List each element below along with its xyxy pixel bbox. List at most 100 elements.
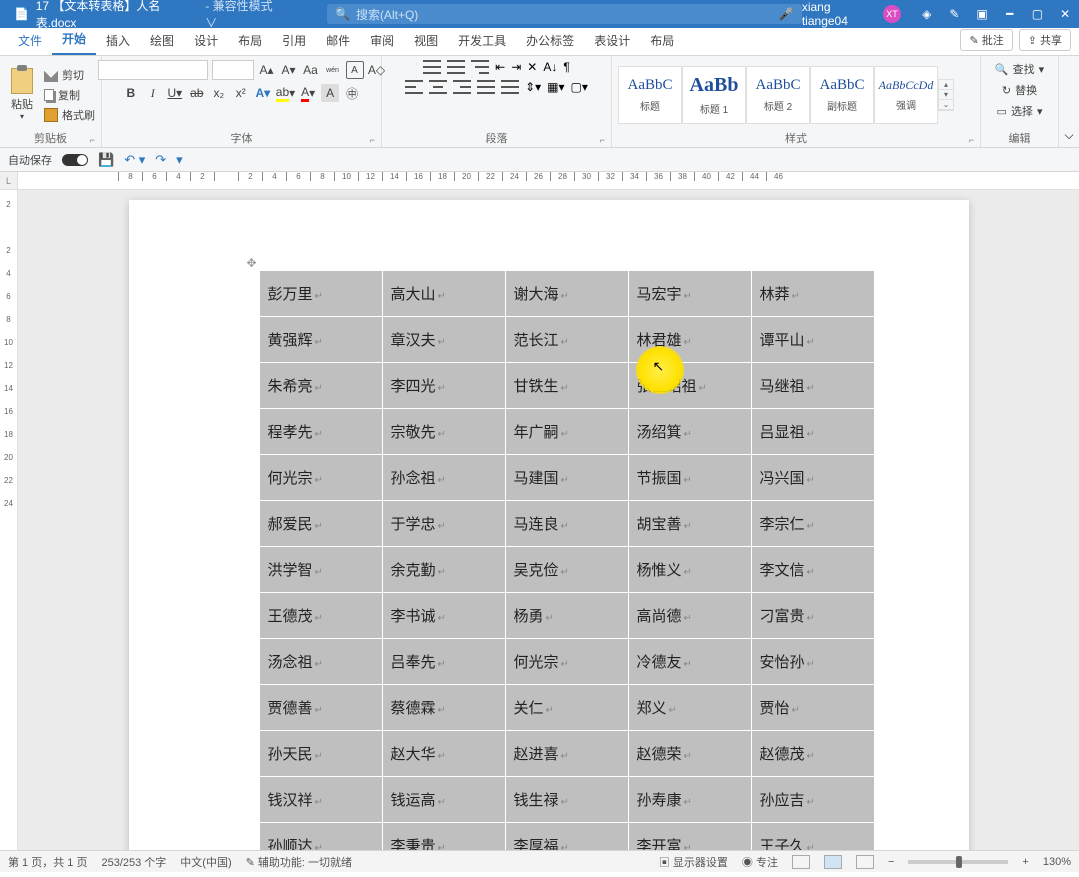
- replace-button[interactable]: ↻ 替换: [1000, 81, 1039, 99]
- table-cell[interactable]: 钱汉祥↵: [259, 777, 382, 823]
- align-right-button[interactable]: [453, 80, 471, 94]
- table-row[interactable]: 程孝先↵宗敬先↵年广嗣↵汤绍箕↵吕显祖↵: [259, 409, 874, 455]
- table-cell[interactable]: 李开富↵: [628, 823, 751, 851]
- document-scroll[interactable]: ✥ 彭万里↵高大山↵谢大海↵马宏宇↵林莽↵黄强辉↵章汉夫↵范长江↵林君雄↵谭平山…: [18, 190, 1079, 850]
- table-cell[interactable]: 赵进喜↵: [505, 731, 628, 777]
- mic-icon[interactable]: 🎤: [779, 7, 794, 21]
- minimize-button[interactable]: ━: [996, 0, 1024, 28]
- table-cell[interactable]: 汤念祖↵: [259, 639, 382, 685]
- enclose-char-button[interactable]: ㊥: [343, 84, 361, 102]
- cut-button[interactable]: 剪切: [44, 67, 95, 83]
- table-cell[interactable]: 宗敬先↵: [382, 409, 505, 455]
- phonetic-button[interactable]: wén: [324, 61, 342, 79]
- page-status[interactable]: 第 1 页，共 1 页: [8, 854, 87, 870]
- table-row[interactable]: 孙顺达↵李秉贵↵李厚福↵李开富↵王子久↵: [259, 823, 874, 851]
- paste-button[interactable]: 粘贴 ▾: [6, 68, 38, 121]
- font-launcher[interactable]: ⌐: [370, 135, 375, 145]
- table-cell[interactable]: 蔡德霖↵: [382, 685, 505, 731]
- table-anchor-icon[interactable]: ✥: [247, 256, 257, 270]
- table-cell[interactable]: 李秉贵↵: [382, 823, 505, 851]
- style-emphasis[interactable]: AaBbCcDd强调: [874, 66, 938, 124]
- search-box[interactable]: 🔍 搜索(Alt+Q) 🎤: [327, 4, 802, 24]
- grow-font-button[interactable]: A▴: [258, 61, 276, 79]
- user-avatar[interactable]: XT: [883, 5, 901, 23]
- table-cell[interactable]: 钱生禄↵: [505, 777, 628, 823]
- table-row[interactable]: 黄强辉↵章汉夫↵范长江↵林君雄↵谭平山↵: [259, 317, 874, 363]
- table-cell[interactable]: 吕显祖↵: [751, 409, 874, 455]
- table-cell[interactable]: 程孝先↵: [259, 409, 382, 455]
- shrink-font-button[interactable]: A▾: [280, 61, 298, 79]
- zoom-out-button[interactable]: −: [888, 856, 894, 868]
- table-cell[interactable]: 余克勤↵: [382, 547, 505, 593]
- tab-developer[interactable]: 开发工具: [448, 26, 516, 55]
- table-cell[interactable]: 林君雄↵: [628, 317, 751, 363]
- tab-table-design[interactable]: 表设计: [584, 26, 640, 55]
- font-size-combo[interactable]: [212, 60, 254, 80]
- table-cell[interactable]: 胡宝善↵: [628, 501, 751, 547]
- name-table[interactable]: 彭万里↵高大山↵谢大海↵马宏宇↵林莽↵黄强辉↵章汉夫↵范长江↵林君雄↵谭平山↵朱…: [259, 270, 875, 850]
- table-row[interactable]: 郝爱民↵于学忠↵马连良↵胡宝善↵李宗仁↵: [259, 501, 874, 547]
- styles-launcher[interactable]: ⌐: [969, 135, 974, 145]
- table-row[interactable]: 钱汉祥↵钱运高↵钱生禄↵孙寿康↵孙应吉↵: [259, 777, 874, 823]
- word-count[interactable]: 253/253 个字: [101, 854, 166, 870]
- qat-more-button[interactable]: ▾: [176, 152, 183, 168]
- table-cell[interactable]: 谭平山↵: [751, 317, 874, 363]
- text-effects-button[interactable]: A▾: [254, 84, 272, 102]
- tab-office[interactable]: 办公标签: [516, 26, 584, 55]
- table-cell[interactable]: 冷德友↵: [628, 639, 751, 685]
- maximize-button[interactable]: ▢: [1024, 0, 1052, 28]
- table-cell[interactable]: 郑义↵: [628, 685, 751, 731]
- user-name[interactable]: xiang tiange04: [802, 0, 879, 28]
- paragraph-launcher[interactable]: ⌐: [600, 135, 605, 145]
- table-cell[interactable]: 孙应吉↵: [751, 777, 874, 823]
- pen-icon[interactable]: ✎: [941, 0, 969, 28]
- print-layout-button[interactable]: [824, 855, 842, 869]
- select-button[interactable]: ▭ 选择 ▾: [995, 102, 1045, 120]
- tab-home[interactable]: 开始: [52, 24, 96, 55]
- tab-view[interactable]: 视图: [404, 26, 448, 55]
- bold-button[interactable]: B: [122, 84, 140, 102]
- tab-table-layout[interactable]: 布局: [640, 26, 684, 55]
- table-cell[interactable]: 林莽↵: [751, 271, 874, 317]
- horizontal-ruler[interactable]: 8642246810121416182022242628303234363840…: [18, 172, 1079, 189]
- accessibility-status[interactable]: ✎ 辅助功能: 一切就绪: [246, 854, 352, 870]
- table-row[interactable]: 何光宗↵孙念祖↵马建国↵节振国↵冯兴国↵: [259, 455, 874, 501]
- autosave-toggle[interactable]: [62, 154, 88, 166]
- underline-button[interactable]: U▾: [166, 84, 184, 102]
- vertical-ruler[interactable]: 224681012141618202224: [0, 190, 18, 850]
- table-cell[interactable]: 高大山↵: [382, 271, 505, 317]
- diamond-icon[interactable]: ◈: [913, 0, 941, 28]
- line-spacing-button[interactable]: ⇕▾: [525, 80, 541, 94]
- share-button[interactable]: ⇪ 共享: [1019, 29, 1071, 51]
- table-cell[interactable]: 冯兴国↵: [751, 455, 874, 501]
- display-settings[interactable]: ▣ 显示器设置: [659, 854, 728, 870]
- sort-button[interactable]: A↓: [543, 60, 557, 74]
- table-row[interactable]: 王德茂↵李书诚↵杨勇↵高尚德↵刁富贵↵: [259, 593, 874, 639]
- font-name-combo[interactable]: [98, 60, 208, 80]
- table-row[interactable]: 洪学智↵余克勤↵吴克俭↵杨惟义↵李文信↵: [259, 547, 874, 593]
- tab-draw[interactable]: 绘图: [140, 26, 184, 55]
- table-cell[interactable]: 黄强辉↵: [259, 317, 382, 363]
- table-row[interactable]: 彭万里↵高大山↵谢大海↵马宏宇↵林莽↵: [259, 271, 874, 317]
- table-cell[interactable]: 关仁↵: [505, 685, 628, 731]
- numbering-button[interactable]: [447, 60, 465, 74]
- table-row[interactable]: 孙天民↵赵大华↵赵进喜↵赵德荣↵赵德茂↵: [259, 731, 874, 777]
- tab-file[interactable]: 文件: [8, 26, 52, 55]
- table-cell[interactable]: 彭万里↵: [259, 271, 382, 317]
- zoom-level[interactable]: 130%: [1043, 856, 1071, 868]
- comments-button[interactable]: ✎ 批注: [960, 29, 1012, 51]
- save-button[interactable]: 💾: [98, 152, 114, 168]
- text-direction-button[interactable]: ✕: [527, 60, 537, 74]
- tab-layout[interactable]: 布局: [228, 26, 272, 55]
- table-cell[interactable]: 安怡孙↵: [751, 639, 874, 685]
- distribute-button[interactable]: [501, 80, 519, 94]
- multilevel-button[interactable]: [471, 60, 489, 74]
- clipboard-launcher[interactable]: ⌐: [90, 135, 95, 145]
- read-mode-button[interactable]: [792, 855, 810, 869]
- table-cell[interactable]: 节振国↵: [628, 455, 751, 501]
- focus-mode[interactable]: ◉ 专注: [742, 854, 778, 870]
- char-shading-button[interactable]: A: [321, 84, 339, 102]
- style-heading1[interactable]: AaBb标题 1: [682, 66, 746, 124]
- tab-review[interactable]: 审阅: [360, 26, 404, 55]
- table-cell[interactable]: 洪学智↵: [259, 547, 382, 593]
